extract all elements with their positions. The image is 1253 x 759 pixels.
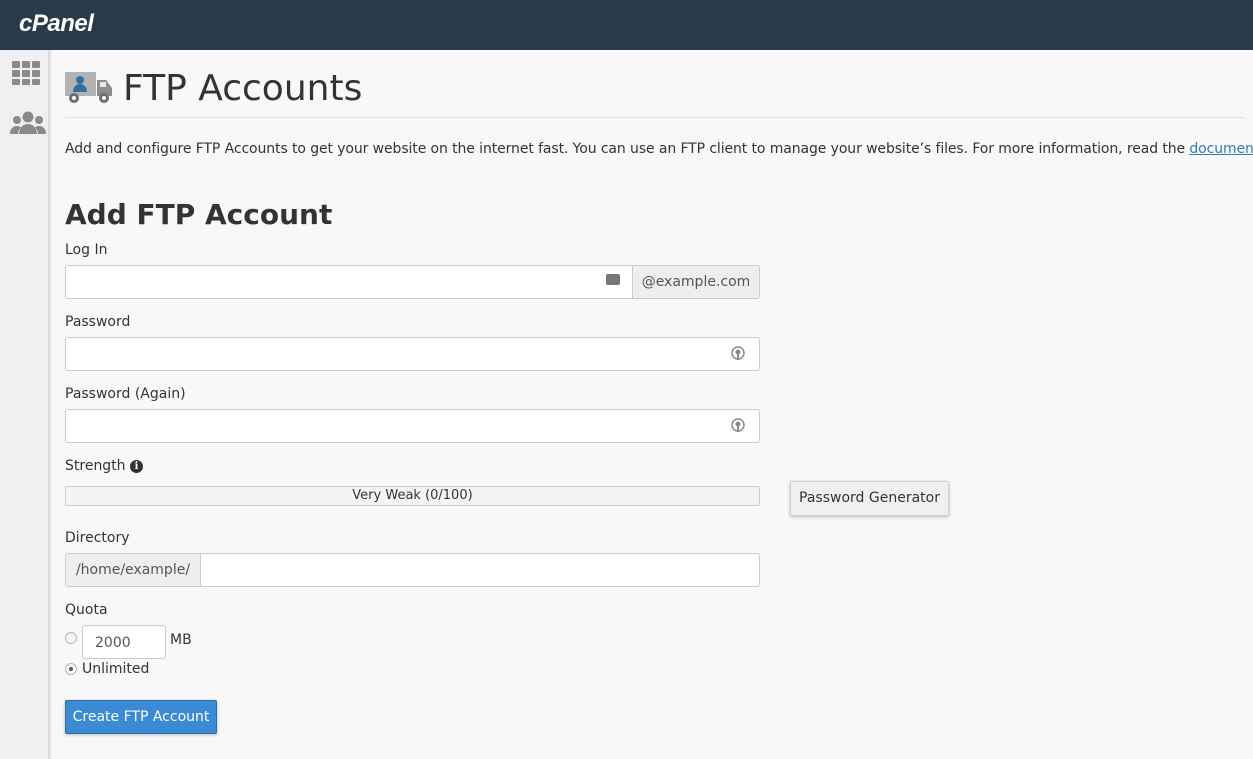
login-label: Log In [65, 242, 107, 258]
documentation-link[interactable]: documentation [1189, 141, 1253, 157]
quota-unlimited-label[interactable]: Unlimited [82, 661, 149, 677]
section-title: Add FTP Account [65, 198, 332, 231]
strength-label-text: Strength [65, 458, 126, 474]
create-ftp-account-button[interactable]: Create FTP Account [65, 700, 217, 734]
quota-unit: MB [170, 632, 192, 648]
ftp-truck-icon [65, 70, 115, 110]
users-icon[interactable] [10, 110, 40, 136]
page-title: FTP Accounts [123, 68, 362, 109]
password-generator-button[interactable]: Password Generator [790, 481, 949, 516]
quota-limited-radio[interactable] [65, 632, 77, 644]
description-text: Add and configure FTP Accounts to get yo… [65, 141, 1189, 157]
page-header: FTP Accounts [65, 68, 1245, 118]
password-again-input[interactable] [65, 409, 760, 443]
cpanel-logo[interactable]: cPanel [19, 10, 93, 38]
strength-text: Very Weak (0/100) [352, 488, 472, 503]
login-domain-suffix: @example.com [633, 265, 760, 299]
strength-label: Strength i [65, 458, 143, 474]
grid-icon[interactable] [11, 60, 41, 86]
password-key-icon [731, 346, 745, 366]
password-again-label: Password (Again) [65, 386, 186, 402]
directory-input[interactable] [200, 553, 760, 587]
page-description: Add and configure FTP Accounts to get yo… [65, 141, 1253, 157]
quota-unlimited-radio[interactable] [65, 663, 77, 675]
input-helper-icon [606, 274, 620, 285]
quota-value: 2000 [95, 635, 131, 651]
directory-label: Directory [65, 530, 130, 546]
password-label: Password [65, 314, 130, 330]
quota-input[interactable]: 2000 [82, 625, 166, 659]
password-key-icon [731, 418, 745, 438]
quota-label: Quota [65, 602, 108, 618]
directory-prefix: /home/example/ [65, 553, 201, 587]
password-strength-meter: Very Weak (0/100) [65, 486, 760, 506]
top-bar: cPanel [0, 0, 1253, 50]
login-input[interactable] [65, 265, 633, 299]
sidebar [0, 50, 50, 759]
password-input[interactable] [65, 337, 760, 371]
info-icon[interactable]: i [130, 460, 143, 473]
